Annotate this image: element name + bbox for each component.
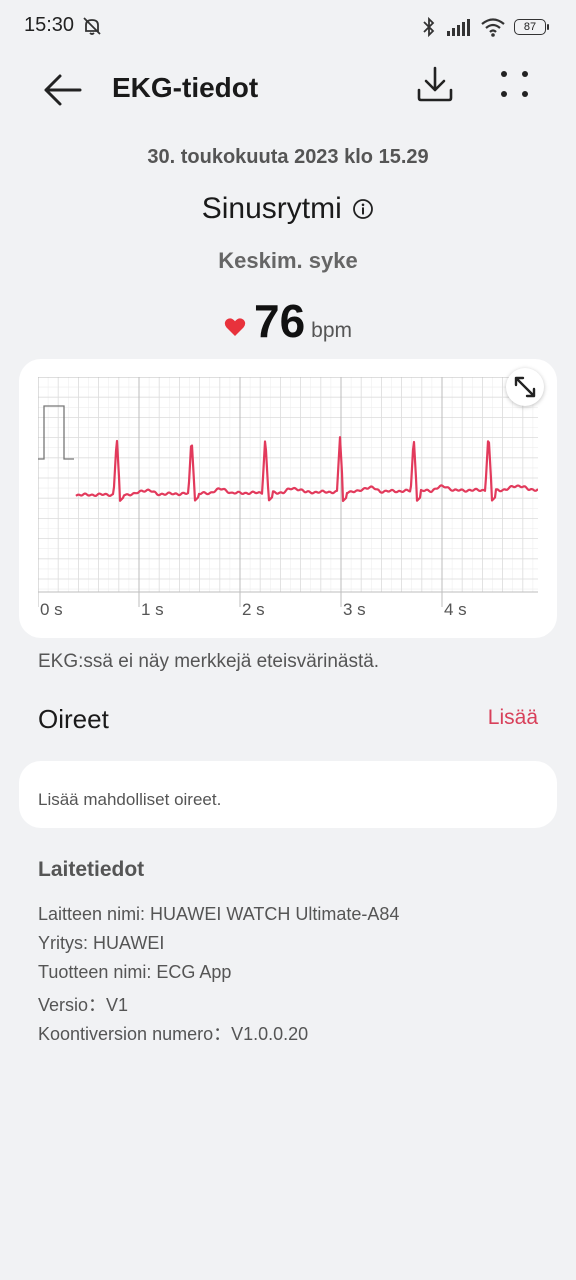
download-button[interactable] <box>414 64 456 106</box>
x-tick-label: 0 s <box>40 600 63 619</box>
back-button[interactable] <box>40 68 84 112</box>
ecg-chart[interactable] <box>38 377 538 607</box>
device-name: Laitteen nimi: HUAWEI WATCH Ultimate-A84 <box>38 904 400 924</box>
heart-rate-value: 76 <box>253 295 306 347</box>
x-tick-label: 3 s <box>343 600 366 619</box>
expand-chart-button[interactable] <box>506 368 544 406</box>
symptoms-placeholder: Lisää mahdolliset oireet. <box>38 790 222 809</box>
heart-rate-unit: bpm <box>311 319 353 342</box>
add-symptoms-link[interactable]: Lisää <box>488 706 538 730</box>
battery-indicator: 87 <box>514 19 549 35</box>
device-product-name: Tuotteen nimi: ECG App <box>38 962 232 982</box>
x-tick-label: 4 s <box>444 600 467 619</box>
device-version: Versio：V1 <box>38 995 129 1015</box>
heart-icon <box>224 318 246 336</box>
heart-rate-row: 76 bpm <box>0 294 576 348</box>
device-info-heading: Laitetiedot <box>38 858 145 881</box>
recording-date: 30. toukokuuta 2023 klo 15.29 <box>147 146 429 168</box>
rhythm-result: Sinusrytmi <box>201 192 342 225</box>
page-title: EKG-tiedot <box>112 72 259 103</box>
ecg-result-text: EKG:ssä ei näy merkkejä eteisvärinästä. <box>38 651 380 672</box>
bluetooth-icon <box>423 16 435 38</box>
x-tick-label: 2 s <box>242 600 265 619</box>
x-tick-label: 1 s <box>141 600 164 619</box>
ecg-trace <box>75 436 538 503</box>
rhythm-row: Sinusrytmi <box>0 192 576 226</box>
bell-muted-icon <box>83 17 101 35</box>
info-icon[interactable] <box>352 198 374 220</box>
symptoms-heading: Oireet <box>38 704 109 734</box>
wifi-icon <box>481 18 505 37</box>
expand-icon <box>514 376 536 398</box>
more-options-button[interactable] <box>494 66 536 108</box>
device-build-number: Koontiversion numero：V1.0.0.20 <box>38 1024 309 1044</box>
average-heart-rate-label: Keskim. syke <box>218 248 358 273</box>
signal-icon <box>447 19 470 36</box>
device-company: Yritys: HUAWEI <box>38 933 165 953</box>
status-time: 15:30 <box>24 14 75 36</box>
status-icons: 87 <box>420 14 549 40</box>
